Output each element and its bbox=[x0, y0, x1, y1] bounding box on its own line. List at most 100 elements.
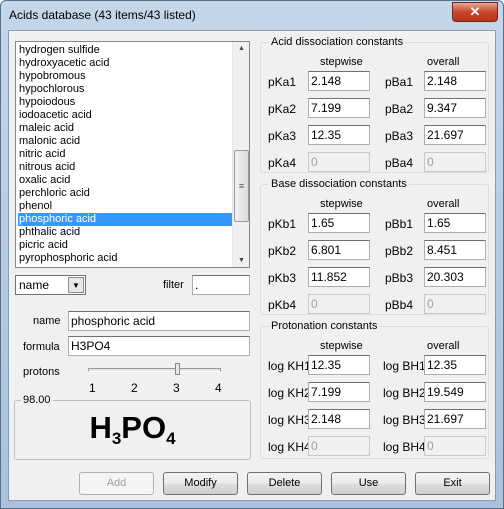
constant-label: pKa1 bbox=[268, 75, 297, 89]
constant-label: pKb1 bbox=[268, 217, 297, 231]
list-item[interactable]: maleic acid bbox=[18, 122, 232, 135]
list-item[interactable]: perchloric acid bbox=[18, 187, 232, 200]
use-button[interactable]: Use bbox=[331, 472, 406, 495]
list-item[interactable]: hydroxyacetic acid bbox=[18, 57, 232, 70]
overall-input[interactable]: 21.697 bbox=[424, 125, 486, 145]
list-item[interactable]: phthalic acid bbox=[18, 226, 232, 239]
formula-display: H3PO4 bbox=[89, 410, 176, 448]
molar-mass-label: 98.00 bbox=[21, 394, 53, 406]
constant-label: pBa4 bbox=[385, 156, 414, 170]
stepwise-header: stepwise bbox=[320, 340, 363, 352]
name-label: name bbox=[33, 315, 61, 327]
constant-label: pBa2 bbox=[385, 102, 414, 116]
formula-input[interactable]: H3PO4 bbox=[68, 336, 250, 356]
formula-label: formula bbox=[23, 341, 60, 353]
constant-label: pBb4 bbox=[385, 298, 414, 312]
group-title: Base dissociation constants bbox=[269, 178, 409, 190]
constant-label: pBb1 bbox=[385, 217, 414, 231]
list-item[interactable]: nitrous acid bbox=[18, 161, 232, 174]
tick-label: 4 bbox=[215, 381, 222, 395]
filter-input[interactable]: . bbox=[192, 275, 250, 295]
stepwise-input[interactable]: 11.852 bbox=[308, 267, 370, 287]
list-scrollbar[interactable]: ▲ ≡ ▼ bbox=[232, 42, 249, 267]
protons-slider-thumb[interactable] bbox=[175, 363, 180, 375]
stepwise-input[interactable]: 0 bbox=[308, 436, 370, 456]
list-item[interactable]: iodoacetic acid bbox=[18, 109, 232, 122]
overall-input[interactable]: 8.451 bbox=[424, 240, 486, 260]
overall-input[interactable]: 0 bbox=[424, 152, 486, 172]
stepwise-input[interactable]: 0 bbox=[308, 152, 370, 172]
list-item[interactable]: hydrogen sulfide bbox=[18, 44, 232, 57]
list-item[interactable]: phenol bbox=[18, 200, 232, 213]
stepwise-input[interactable]: 2.148 bbox=[308, 71, 370, 91]
constant-label: log BH2 bbox=[383, 386, 426, 400]
list-item[interactable]: hypobromous bbox=[18, 70, 232, 83]
overall-input[interactable]: 1.65 bbox=[424, 213, 486, 233]
stepwise-header: stepwise bbox=[320, 56, 363, 68]
chevron-down-icon[interactable]: ▼ bbox=[68, 277, 84, 293]
exit-button[interactable]: Exit bbox=[415, 472, 490, 495]
constant-label: pKb4 bbox=[268, 298, 297, 312]
filter-label: filter bbox=[163, 279, 184, 291]
constant-label: pBa1 bbox=[385, 75, 414, 89]
stepwise-header: stepwise bbox=[320, 198, 363, 210]
stepwise-input[interactable]: 2.148 bbox=[308, 409, 370, 429]
overall-header: overall bbox=[427, 198, 460, 210]
window-title: Acids database (43 items/43 listed) bbox=[9, 8, 196, 22]
name-input[interactable]: phosphoric acid bbox=[68, 311, 250, 331]
overall-header: overall bbox=[427, 56, 460, 68]
stepwise-input[interactable]: 7.199 bbox=[308, 98, 370, 118]
add-button[interactable]: Add bbox=[79, 472, 154, 495]
list-item[interactable]: nitric acid bbox=[18, 148, 232, 161]
overall-input[interactable]: 0 bbox=[424, 436, 486, 456]
constant-label: log BH4 bbox=[383, 440, 426, 454]
tick-label: 3 bbox=[173, 381, 180, 395]
protons-slider-track[interactable] bbox=[88, 368, 221, 372]
list-item[interactable]: malonic acid bbox=[18, 135, 232, 148]
overall-input[interactable]: 0 bbox=[424, 294, 486, 314]
constant-label: pBb3 bbox=[385, 271, 414, 285]
constant-label: pKb2 bbox=[268, 244, 297, 258]
modify-button[interactable]: Modify bbox=[163, 472, 238, 495]
stepwise-input[interactable]: 1.65 bbox=[308, 213, 370, 233]
sort-value: name bbox=[19, 278, 50, 292]
delete-button[interactable]: Delete bbox=[247, 472, 322, 495]
group-title: Protonation constants bbox=[269, 320, 380, 332]
constant-label: log KH4 bbox=[268, 440, 311, 454]
constant-label: log KH2 bbox=[268, 386, 311, 400]
stepwise-input[interactable]: 7.199 bbox=[308, 382, 370, 402]
stepwise-input[interactable]: 12.35 bbox=[308, 355, 370, 375]
acid-list[interactable]: pyrophosphoric acid picric acid phthalic a… bbox=[15, 41, 250, 268]
overall-input[interactable]: 9.347 bbox=[424, 98, 486, 118]
constant-label: log KH3 bbox=[268, 413, 311, 427]
list-item[interactable]: picric acid bbox=[18, 239, 232, 252]
list-item[interactable]: hypochlorous bbox=[18, 83, 232, 96]
list-item[interactable]: phosphoric acid bbox=[18, 213, 232, 226]
scroll-up-icon[interactable]: ▲ bbox=[233, 45, 249, 52]
overall-input[interactable]: 19.549 bbox=[424, 382, 486, 402]
list-item[interactable]: oxalic acid bbox=[18, 174, 232, 187]
list-item[interactable]: pyrophosphoric acid bbox=[18, 252, 232, 265]
constant-label: log BH1 bbox=[383, 359, 426, 373]
overall-input[interactable]: 2.148 bbox=[424, 71, 486, 91]
stepwise-input[interactable]: 6.801 bbox=[308, 240, 370, 260]
tick-label: 2 bbox=[131, 381, 138, 395]
constant-label: log KH1 bbox=[268, 359, 311, 373]
overall-input[interactable]: 20.303 bbox=[424, 267, 486, 287]
stepwise-input[interactable]: 0 bbox=[308, 294, 370, 314]
constant-label: pKa2 bbox=[268, 102, 297, 116]
sort-select[interactable]: name ▼ bbox=[15, 275, 86, 295]
scroll-thumb[interactable]: ≡ bbox=[234, 150, 249, 222]
protons-label: protons bbox=[23, 366, 60, 378]
stepwise-input[interactable]: 12.35 bbox=[308, 125, 370, 145]
overall-input[interactable]: 12.35 bbox=[424, 355, 486, 375]
constant-label: pKa3 bbox=[268, 129, 297, 143]
tick-label: 1 bbox=[89, 381, 96, 395]
overall-input[interactable]: 21.697 bbox=[424, 409, 486, 429]
constant-label: pBa3 bbox=[385, 129, 414, 143]
constant-label: pKb3 bbox=[268, 271, 297, 285]
list-item[interactable]: hypoiodous bbox=[18, 96, 232, 109]
scroll-down-icon[interactable]: ▼ bbox=[233, 257, 249, 264]
close-icon[interactable]: ✕ bbox=[452, 2, 498, 22]
constant-label: log BH3 bbox=[383, 413, 426, 427]
